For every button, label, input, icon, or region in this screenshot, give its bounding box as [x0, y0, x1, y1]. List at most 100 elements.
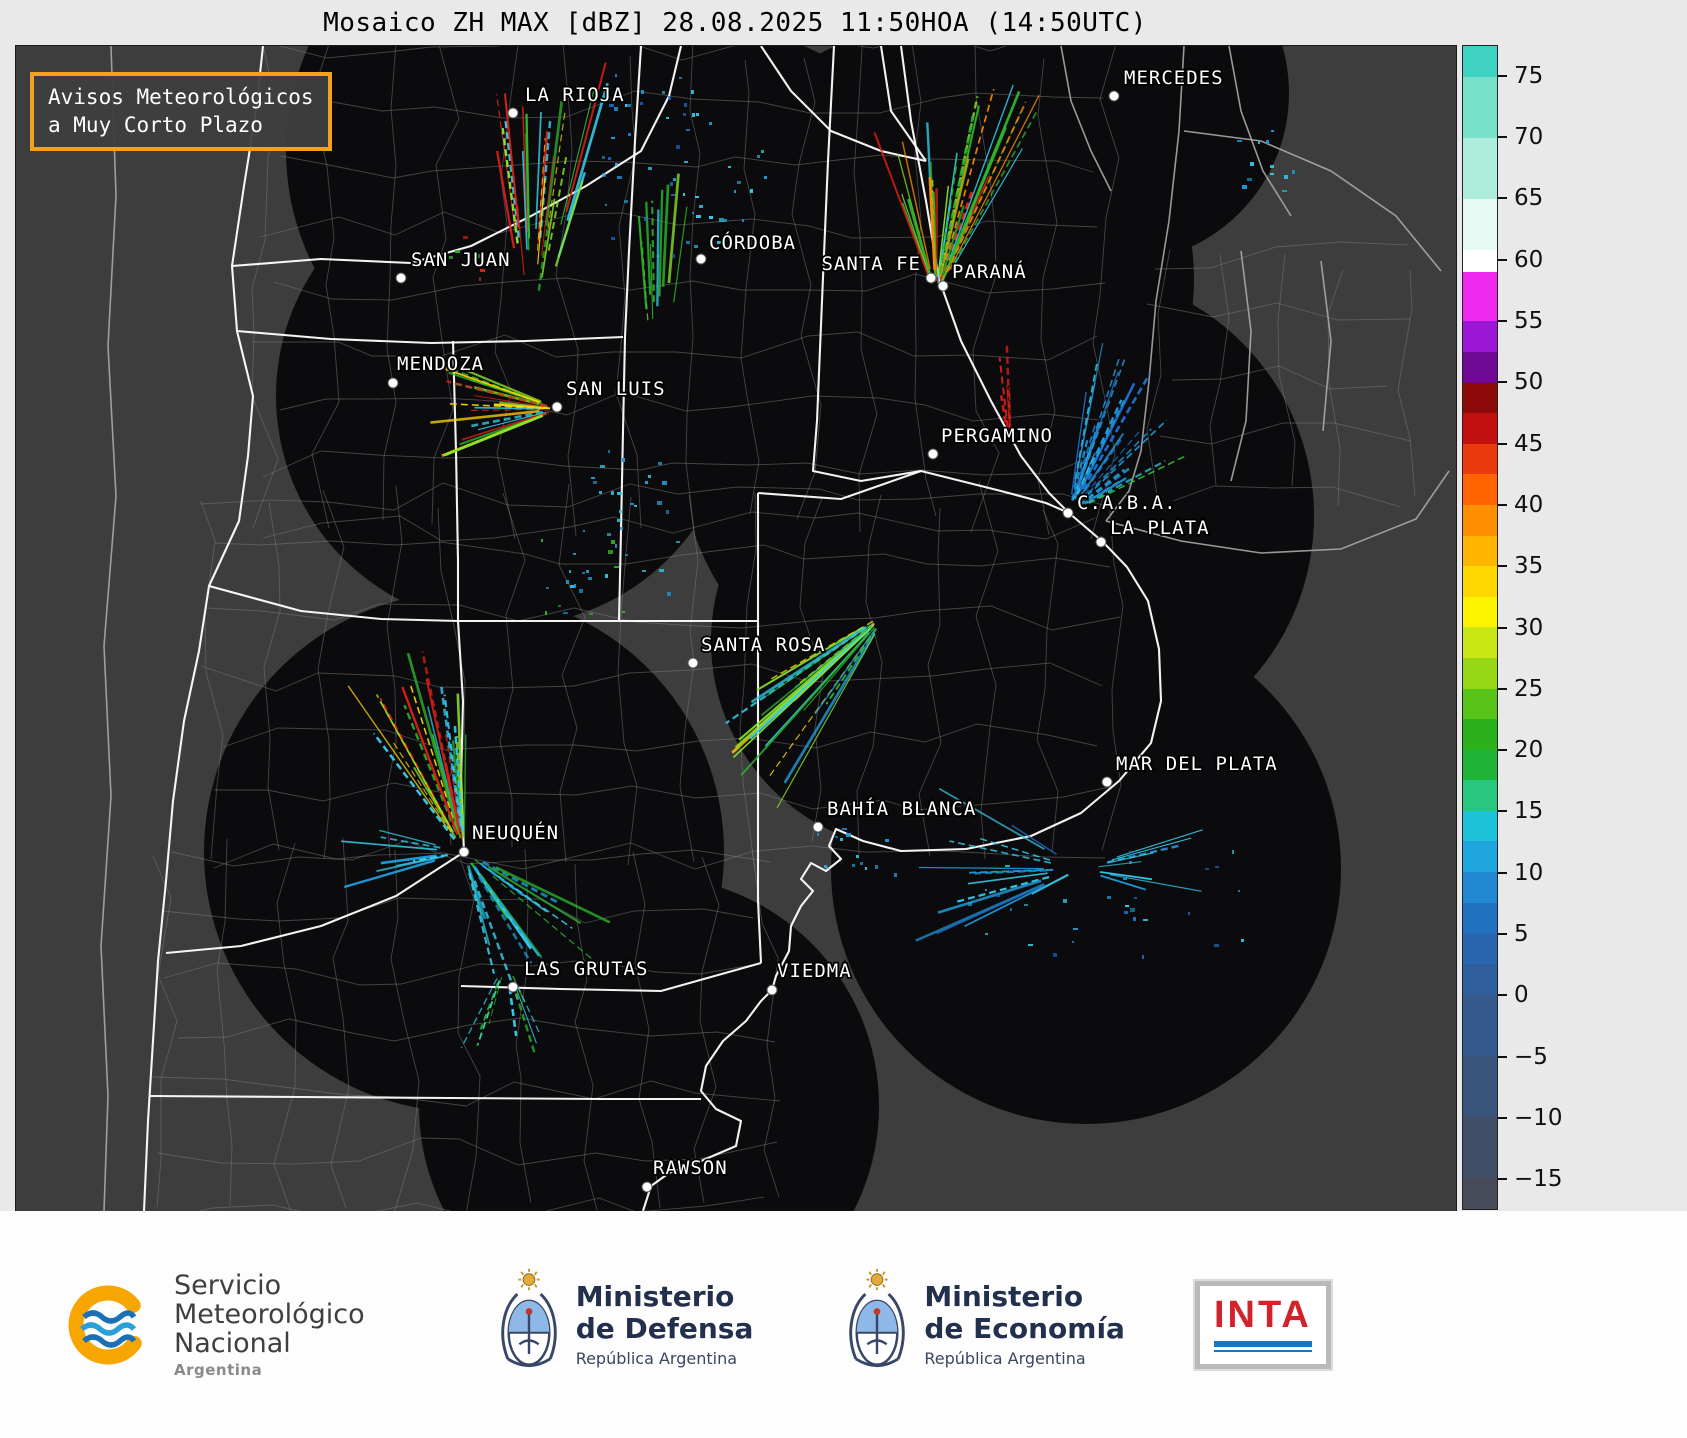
- economia-line2: de Economía: [924, 1313, 1125, 1344]
- coat-of-arms-icon: [848, 1267, 906, 1383]
- colorbar-segment: [1463, 994, 1497, 1055]
- inta-label: INTA: [1214, 1296, 1312, 1334]
- city-dot: [1096, 537, 1106, 547]
- city-dot: [642, 1182, 652, 1192]
- defensa-line2: de Defensa: [576, 1313, 754, 1344]
- city-dot: [1063, 508, 1073, 518]
- colorbar-tick-label: 60: [1514, 247, 1543, 273]
- smn-country: Argentina: [174, 1362, 365, 1378]
- city-dot: [928, 449, 938, 459]
- colorbar-tick: −15: [1498, 1166, 1563, 1192]
- city-label: VIEDMA: [777, 960, 852, 982]
- city-dot: [767, 985, 777, 995]
- colorbar-tick: 35: [1498, 553, 1543, 579]
- map-container: LA RIOJAMERCEDESSAN JUANCÓRDOBASANTA FEP…: [15, 45, 1457, 1212]
- smn-logo-icon: [60, 1277, 156, 1373]
- colorbar-segment: [1463, 413, 1497, 444]
- colorbar-tick: 15: [1498, 798, 1543, 824]
- colorbar-segment: [1463, 719, 1497, 750]
- colorbar-ticks: 757065605550454035302520151050−5−10−15: [1498, 45, 1608, 1210]
- defensa-sub: República Argentina: [576, 1349, 754, 1368]
- colorbar-tick: −10: [1498, 1105, 1563, 1131]
- coat-of-arms-icon: [500, 1267, 558, 1383]
- colorbar-segment: [1463, 352, 1497, 383]
- colorbar-segment: [1463, 321, 1497, 352]
- defensa-line1: Ministerio: [576, 1281, 754, 1312]
- colorbar-segment: [1463, 964, 1497, 995]
- ministerio-economia-block: Ministerio de Economía República Argenti…: [848, 1267, 1125, 1383]
- city-label: SANTA ROSA: [701, 634, 825, 656]
- colorbar-tick: 55: [1498, 308, 1543, 334]
- colorbar-tick-label: 15: [1514, 798, 1543, 824]
- city-dot: [926, 273, 936, 283]
- inta-logo: INTA: [1195, 1281, 1331, 1369]
- colorbar-segment: [1463, 250, 1497, 272]
- smn-logo-block: Servicio Meteorológico Nacional Argentin…: [60, 1271, 365, 1379]
- city-dot: [396, 273, 406, 283]
- city-label: MAR DEL PLATA: [1116, 753, 1278, 775]
- colorbar-tick: 5: [1498, 921, 1529, 947]
- smn-name-line2: Meteorológico: [174, 1300, 365, 1329]
- city-label: SAN LUIS: [566, 378, 666, 400]
- economia-line1: Ministerio: [924, 1281, 1125, 1312]
- inta-bar-thin: [1214, 1350, 1312, 1352]
- radar-map: LA RIOJAMERCEDESSAN JUANCÓRDOBASANTA FEP…: [16, 46, 1456, 1211]
- colorbar-tick-label: −15: [1514, 1166, 1563, 1192]
- inta-bar-thick: [1214, 1341, 1312, 1347]
- city-label: PARANÁ: [952, 260, 1027, 283]
- city-label: SAN JUAN: [411, 249, 511, 271]
- colorbar-segment: [1463, 597, 1497, 628]
- city-dot: [938, 281, 948, 291]
- city-label: LAS GRUTAS: [524, 958, 648, 980]
- city-dot: [688, 658, 698, 668]
- colorbar-segment: [1463, 872, 1497, 903]
- colorbar-tick: 10: [1498, 860, 1543, 886]
- city-label: MENDOZA: [397, 353, 484, 375]
- colorbar-tick-label: 30: [1514, 615, 1543, 641]
- city-dot: [1102, 777, 1112, 787]
- colorbar-tick-label: 55: [1514, 308, 1543, 334]
- colorbar-segment: [1463, 566, 1497, 597]
- smn-name-line1: Servicio: [174, 1271, 365, 1300]
- colorbar-segment: [1463, 811, 1497, 842]
- warning-banner[interactable]: Avisos Meteorológicos a Muy Corto Plazo: [30, 72, 332, 151]
- city-dot: [508, 982, 518, 992]
- colorbar-segment: [1463, 138, 1497, 199]
- colorbar-segment: [1463, 505, 1497, 536]
- colorbar-segment: [1463, 383, 1497, 414]
- ministerio-defensa-text: Ministerio de Defensa República Argentin…: [576, 1281, 754, 1368]
- city-dot: [1109, 91, 1119, 101]
- city-dot: [508, 108, 518, 118]
- colorbar-tick-label: 70: [1514, 124, 1543, 150]
- city-label: LA PLATA: [1110, 517, 1210, 539]
- colorbar-tick-label: 25: [1514, 676, 1543, 702]
- colorbar-tick: 40: [1498, 492, 1543, 518]
- ministerio-economia-text: Ministerio de Economía República Argenti…: [924, 1281, 1125, 1368]
- warning-line2: a Muy Corto Plazo: [48, 111, 314, 139]
- colorbar-segment: [1463, 750, 1497, 781]
- city-label: MERCEDES: [1124, 67, 1224, 89]
- city-label: LA RIOJA: [525, 84, 625, 106]
- colorbar-tick-label: 75: [1514, 63, 1543, 89]
- colorbar-segment: [1463, 1178, 1497, 1209]
- colorbar-tick: 60: [1498, 247, 1543, 273]
- colorbar-segment: [1463, 444, 1497, 475]
- colorbar-segment: [1463, 658, 1497, 689]
- colorbar-segment: [1463, 841, 1497, 872]
- colorbar-tick-label: 65: [1514, 185, 1543, 211]
- colorbar-segment: [1463, 1117, 1497, 1178]
- colorbar-segment: [1463, 1056, 1497, 1117]
- city-dot: [552, 402, 562, 412]
- city-label: NEUQUÉN: [472, 821, 559, 844]
- colorbar-tick-label: 40: [1514, 492, 1543, 518]
- colorbar-scale: [1462, 45, 1498, 1210]
- colorbar-tick-label: 45: [1514, 431, 1543, 457]
- colorbar-segment: [1463, 272, 1497, 321]
- colorbar-segment: [1463, 77, 1497, 138]
- colorbar-tick: 30: [1498, 615, 1543, 641]
- colorbar-tick: 45: [1498, 431, 1543, 457]
- colorbar-tick-label: −5: [1514, 1044, 1548, 1070]
- colorbar-tick-label: −10: [1514, 1105, 1563, 1131]
- footer-logos: Servicio Meteorológico Nacional Argentin…: [0, 1211, 1687, 1438]
- colorbar-segment: [1463, 780, 1497, 811]
